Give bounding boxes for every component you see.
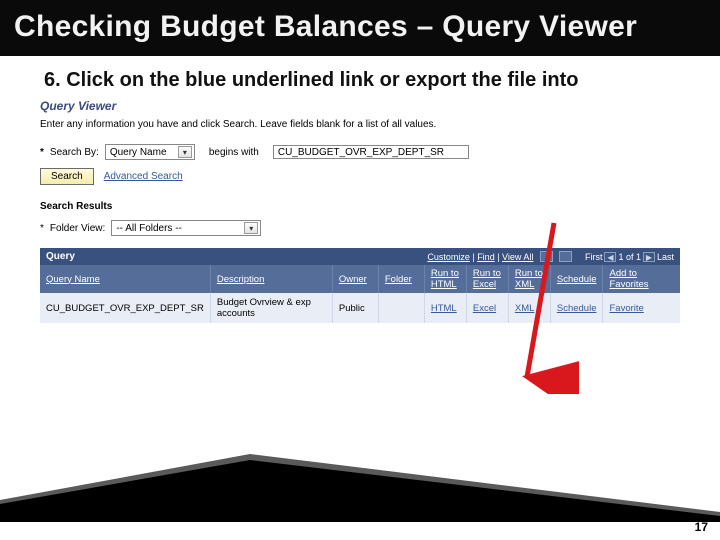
query-viewer-panel: Query Viewer Enter any information you h…: [40, 99, 680, 323]
col-add-favorites[interactable]: Add to Favorites: [603, 265, 680, 293]
col-owner[interactable]: Owner: [332, 265, 378, 293]
grid-find-link[interactable]: Find: [477, 252, 495, 262]
folder-view-select[interactable]: -- All Folders -- ▾: [111, 220, 261, 236]
cell-owner: Public: [332, 293, 378, 323]
next-page-icon[interactable]: ▶: [643, 252, 655, 262]
col-description[interactable]: Description: [210, 265, 332, 293]
search-button[interactable]: Search: [40, 168, 94, 185]
col-run-xml[interactable]: Run to XML: [508, 265, 550, 293]
search-by-select[interactable]: Query Name ▾: [105, 144, 195, 160]
schedule-link[interactable]: Schedule: [557, 303, 597, 314]
first-label: First: [585, 252, 603, 262]
chevron-down-icon: ▾: [178, 146, 192, 158]
col-folder[interactable]: Folder: [378, 265, 424, 293]
search-results-heading: Search Results: [40, 201, 680, 212]
folder-view-value: -- All Folders --: [116, 223, 182, 234]
col-schedule[interactable]: Schedule: [550, 265, 603, 293]
grid-paginator: First ◀ 1 of 1 ▶ Last: [585, 252, 674, 262]
favorite-link[interactable]: Favorite: [609, 303, 643, 314]
run-excel-link[interactable]: Excel: [473, 303, 496, 314]
chevron-down-icon: ▾: [244, 222, 258, 234]
col-run-html[interactable]: Run to HTML: [424, 265, 466, 293]
grid-viewall-link[interactable]: View All: [502, 252, 533, 262]
col-run-excel[interactable]: Run to Excel: [466, 265, 508, 293]
decorative-wedge: [0, 454, 720, 522]
run-html-link[interactable]: HTML: [431, 303, 457, 314]
slide-title: Checking Budget Balances – Query Viewer: [0, 0, 720, 56]
begins-with-label: begins with: [209, 147, 259, 158]
page-number: 17: [695, 520, 708, 534]
folder-view-row: * Folder View: -- All Folders -- ▾: [40, 220, 680, 236]
advanced-search-link[interactable]: Advanced Search: [104, 171, 183, 182]
required-star: *: [40, 147, 44, 158]
grid-title: Query: [46, 251, 75, 262]
run-xml-link[interactable]: XML: [515, 303, 535, 314]
query-viewer-heading: Query Viewer: [40, 99, 680, 113]
cell-folder: [378, 293, 424, 323]
slide: Checking Budget Balances – Query Viewer …: [0, 0, 720, 540]
search-by-label: Search By:: [50, 147, 99, 158]
query-viewer-instruction: Enter any information you have and click…: [40, 119, 680, 130]
grid-toolbar: Query Customize | Find | View All First …: [40, 248, 680, 265]
search-by-value: Query Name: [110, 147, 167, 158]
search-text-input[interactable]: CU_BUDGET_OVR_EXP_DEPT_SR: [273, 145, 469, 159]
search-button-row: Search Advanced Search: [40, 168, 680, 185]
zoom-icon[interactable]: [540, 251, 553, 262]
last-label: Last: [657, 252, 674, 262]
search-by-row: * Search By: Query Name ▾ begins with CU…: [40, 144, 680, 160]
step-instruction: 6. Click on the blue underlined link or …: [0, 56, 720, 93]
col-query-name[interactable]: Query Name: [40, 265, 210, 293]
required-star: *: [40, 223, 44, 234]
page-count: 1 of 1: [618, 252, 641, 262]
prev-page-icon[interactable]: ◀: [604, 252, 616, 262]
grid-header-row: Query Name Description Owner Folder Run …: [40, 265, 680, 293]
cell-query-name: CU_BUDGET_OVR_EXP_DEPT_SR: [40, 293, 210, 323]
results-grid: Query Customize | Find | View All First …: [40, 248, 680, 323]
table-row: CU_BUDGET_OVR_EXP_DEPT_SR Budget Ovrview…: [40, 293, 680, 323]
download-icon[interactable]: [559, 251, 572, 262]
folder-view-label: Folder View:: [50, 223, 105, 234]
grid-customize-link[interactable]: Customize: [427, 252, 470, 262]
cell-description: Budget Ovrview & exp accounts: [210, 293, 332, 323]
